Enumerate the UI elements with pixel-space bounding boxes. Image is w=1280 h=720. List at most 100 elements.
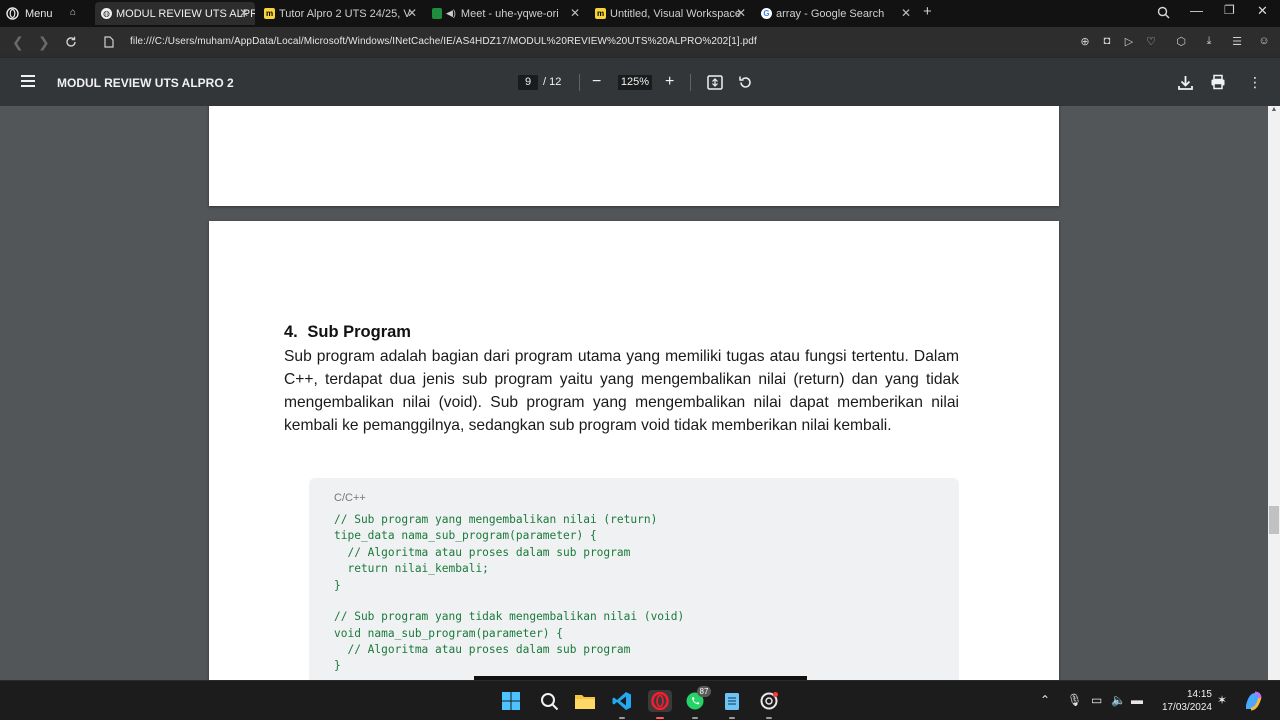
tab-google-search[interactable]: G array - Google Search ✕ (755, 2, 917, 25)
notification-badge: 87 (697, 686, 711, 697)
close-tab-icon[interactable]: ✕ (239, 6, 249, 20)
tab-title: MODUL REVIEW UTS ALPR (116, 7, 255, 20)
network-icon[interactable]: ▭ (1091, 693, 1102, 707)
file-icon (104, 36, 114, 48)
pdf-page-previous (209, 106, 1059, 206)
code-line: // Sub program yang mengembalikan nilai … (334, 513, 658, 526)
easy-setup-icon[interactable]: ☰ (1230, 35, 1244, 49)
workspace-icon[interactable]: ⌂ (70, 7, 76, 18)
opera-menu-button[interactable]: Menu (6, 5, 53, 22)
tab-title: Meet - uhe-yqwe-ori (460, 7, 559, 20)
code-line: return nilai_kembali; (334, 562, 489, 575)
address-input[interactable]: file:///C:/Users/muham/AppData/Local/Mic… (130, 36, 757, 47)
download-icon[interactable]: ⤓ (1202, 35, 1216, 49)
toolbar-divider (690, 74, 691, 91)
zoom-in-icon[interactable]: + (665, 74, 674, 90)
code-line: } (334, 579, 341, 592)
close-window-icon[interactable]: ✕ (1257, 3, 1268, 19)
tab-title: Untitled, Visual Workspace (610, 7, 742, 20)
tab-tutor-alpro[interactable]: m Tutor Alpro 2 UTS 24/25, V ✕ (258, 2, 423, 25)
opera-logo-icon (6, 7, 19, 20)
rotate-icon[interactable] (738, 75, 753, 90)
pdf-document-title: MODUL REVIEW UTS ALPRO 2 (57, 76, 234, 90)
code-line: } (334, 659, 341, 672)
running-indicator (692, 717, 698, 719)
pdf-toolbar: MODUL REVIEW UTS ALPRO 2 9 / 12 − 125% +… (0, 58, 1280, 106)
close-tab-icon[interactable]: ✕ (570, 6, 580, 20)
miro-icon: m (264, 8, 275, 19)
system-clock[interactable]: 14:15 17/03/2024 (1162, 688, 1212, 714)
zoom-level-input[interactable]: 125% (618, 75, 652, 90)
chevron-up-icon[interactable]: ⌃ (1040, 693, 1050, 707)
search-tabs-icon[interactable] (1157, 6, 1170, 19)
menu-label: Menu (25, 7, 53, 20)
notepad-icon[interactable] (721, 690, 743, 712)
heart-icon[interactable]: ♡ (1144, 35, 1158, 49)
menu-hamburger-icon[interactable] (21, 75, 35, 87)
minimize-icon[interactable]: — (1190, 3, 1203, 18)
close-tab-icon[interactable]: ✕ (736, 6, 746, 20)
scrollbar-thumb[interactable] (1269, 506, 1279, 534)
code-block: C/C++ // Sub program yang mengembalikan … (309, 478, 959, 680)
page-number-input[interactable]: 9 (518, 75, 538, 90)
clock-date: 17/03/2024 (1161, 702, 1212, 713)
close-tab-icon[interactable]: ✕ (901, 6, 911, 20)
send-icon[interactable]: ▷ (1122, 35, 1136, 49)
tab-title: array - Google Search (776, 7, 885, 20)
notification-bell-icon[interactable]: ✶ (1217, 693, 1227, 707)
close-tab-icon[interactable]: ✕ (407, 6, 417, 20)
new-tab-button[interactable]: + (923, 3, 932, 20)
pdf-page-current: 4. Sub Program Sub program adalah bagian… (209, 221, 1059, 680)
section-paragraph: Sub program adalah bagian dari program u… (284, 348, 959, 434)
pdf-viewer[interactable]: 4. Sub Program Sub program adalah bagian… (0, 106, 1268, 680)
viewer-scrollbar[interactable]: ▲ (1268, 106, 1280, 680)
tab-meet[interactable]: ◀) Meet - uhe-yqwe-ori ✕ (426, 2, 586, 25)
download-pdf-icon[interactable] (1177, 74, 1194, 91)
extensions-icon[interactable]: ⬡ (1174, 35, 1188, 49)
google-icon: G (761, 8, 772, 19)
globe-icon: ◍ (101, 8, 112, 19)
running-indicator (619, 717, 625, 719)
tab-untitled-workspace[interactable]: m Untitled, Visual Workspace ✕ (589, 2, 752, 25)
address-bar-row: ❮ ❯ file:///C:/Users/muham/AppData/Local… (0, 27, 1280, 58)
code-language-label: C/C++ (334, 492, 366, 504)
chatgpt-icon[interactable] (758, 690, 780, 712)
running-indicator (729, 717, 735, 719)
copilot-icon[interactable] (1242, 690, 1264, 712)
code-line: // Sub program yang tidak mengembalikan … (334, 610, 685, 623)
code-line: void nama_sub_program(parameter) { (334, 627, 564, 640)
vscode-icon[interactable] (611, 690, 633, 712)
snapshot-icon[interactable]: ◘ (1100, 35, 1114, 49)
restore-icon[interactable]: ❐ (1224, 3, 1235, 17)
more-options-icon[interactable]: ⋮ (1248, 74, 1262, 90)
fit-page-icon[interactable] (707, 75, 723, 90)
scroll-up-icon[interactable]: ▲ (1270, 106, 1278, 113)
code-line: // Algoritma atau proses dalam sub progr… (334, 643, 631, 656)
back-icon[interactable]: ❮ (12, 34, 24, 51)
forward-icon[interactable]: ❯ (38, 34, 50, 51)
code-line: tipe_data nama_sub_program(parameter) { (334, 529, 597, 542)
section-heading: 4. Sub Program (284, 323, 411, 342)
volume-icon[interactable]: 🔈 (1111, 693, 1126, 707)
reload-icon[interactable] (65, 36, 77, 48)
print-icon[interactable] (1210, 74, 1226, 90)
profile-icon[interactable]: ☺ (1257, 35, 1271, 49)
zoom-icon[interactable]: ⊕ (1078, 35, 1092, 49)
microphone-icon[interactable]: 🎙 (1067, 693, 1082, 707)
section-title: Sub Program (307, 323, 411, 341)
file-explorer-icon[interactable] (574, 690, 596, 712)
start-windows-icon[interactable] (500, 690, 522, 712)
code-line: // Algoritma atau proses dalam sub progr… (334, 546, 631, 559)
search-icon[interactable] (538, 690, 560, 712)
windows-taskbar: 87 ⌃ 🎙 ▭ 🔈 ▬ 14:15 17/03/2024 ✶ (0, 680, 1280, 720)
opera-icon[interactable] (648, 690, 672, 712)
tab-title: Tutor Alpro 2 UTS 24/25, V (279, 7, 411, 20)
zoom-out-icon[interactable]: − (592, 74, 601, 90)
section-number: 4. (284, 323, 298, 341)
clock-time: 14:15 (1186, 689, 1212, 700)
tab-modul-review[interactable]: ◍ MODUL REVIEW UTS ALPR ✕ (95, 2, 255, 25)
running-indicator-active (656, 717, 664, 719)
toolbar-divider (579, 74, 580, 91)
battery-icon[interactable]: ▬ (1131, 693, 1143, 707)
page-total: / 12 (543, 76, 562, 88)
